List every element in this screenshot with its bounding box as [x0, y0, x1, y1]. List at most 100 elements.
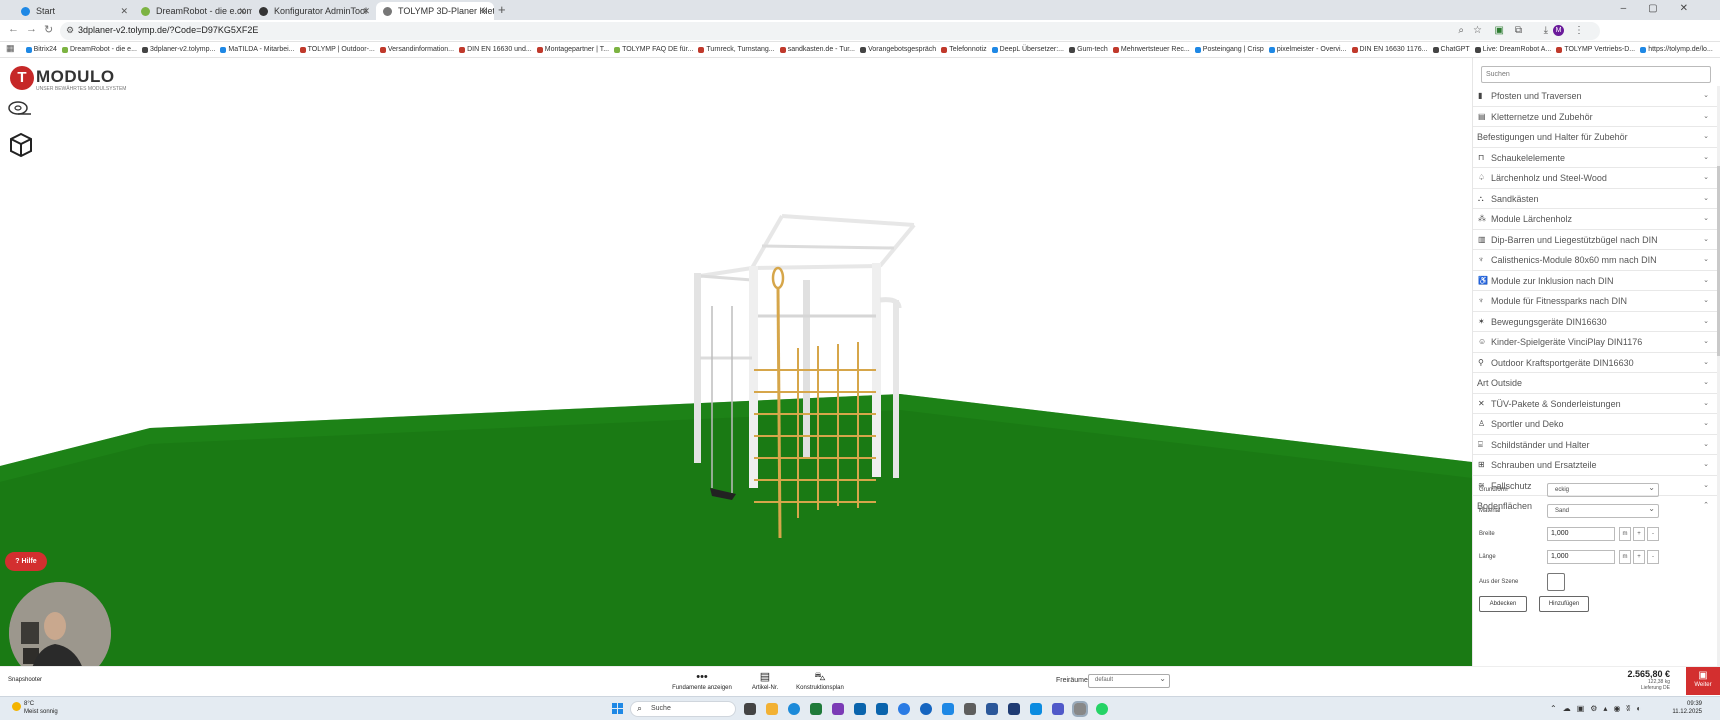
- outlook-new-icon[interactable]: [876, 703, 888, 715]
- category-kinder-spielgeraete[interactable]: ☺ Kinder-Spielgeräte VinciPlay DIN1176 ⌄: [1473, 332, 1717, 353]
- category-bewegungsgeraete[interactable]: ✶ Bewegungsgeräte DIN16630 ⌄: [1473, 312, 1717, 332]
- close-icon[interactable]: ✕: [120, 2, 128, 20]
- windows-start-icon[interactable]: [612, 703, 624, 715]
- messenger-icon[interactable]: [920, 703, 932, 715]
- window-controls[interactable]: –▢✕: [1621, 3, 1710, 14]
- word-icon[interactable]: [986, 703, 998, 715]
- site-info-icon[interactable]: ⚙: [66, 25, 74, 36]
- category-tuev-pakete[interactable]: ✕ TÜV-Pakete & Sonderleistungen ⌄: [1473, 394, 1717, 414]
- 3d-cube-icon[interactable]: [8, 132, 32, 158]
- edge-icon[interactable]: [788, 703, 800, 715]
- bookmark[interactable]: TOLYMP FAQ DE für...: [612, 42, 693, 57]
- category-art-outside[interactable]: Art Outside ⌄: [1473, 373, 1717, 394]
- extension-icon[interactable]: ▣: [1495, 25, 1504, 36]
- explorer-icon[interactable]: [766, 703, 778, 715]
- category-inklusion[interactable]: ♿ Module zur Inklusion nach DIN ⌄: [1473, 271, 1717, 291]
- select-from-scene-icon[interactable]: [1547, 573, 1565, 591]
- laenge-minus-button[interactable]: -: [1647, 550, 1659, 564]
- hinzufuegen-button[interactable]: Hinzufügen: [1539, 596, 1589, 612]
- measure-tape-icon[interactable]: [8, 100, 32, 124]
- fundamente-anzeigen-button[interactable]: ••• Fundamente anzeigen: [666, 671, 738, 691]
- menu-kebab-icon[interactable]: ⋮: [1574, 25, 1584, 36]
- browser-tab-start[interactable]: Start ✕: [14, 2, 134, 20]
- whatsapp-icon[interactable]: [1096, 703, 1108, 715]
- star-icon[interactable]: ☆: [1473, 25, 1482, 36]
- bookmark[interactable]: Versandinformation...: [378, 42, 454, 57]
- url-text[interactable]: 3dplaner-v2.tolymp.de/?Code=D97KG5XF2E: [78, 25, 258, 35]
- abdecken-button[interactable]: Abdecken: [1479, 596, 1527, 612]
- freiraeume-select[interactable]: default: [1088, 674, 1170, 688]
- bookmark[interactable]: DIN EN 16630 1176...: [1350, 42, 1427, 57]
- bookmark[interactable]: Turnreck, Turnstang...: [696, 42, 775, 57]
- task-view-icon[interactable]: [744, 703, 756, 715]
- clock[interactable]: 09:39 11.12.2025: [1670, 700, 1702, 716]
- bookmark[interactable]: DeepL Übersetzer:...: [990, 42, 1064, 57]
- breite-minus-button[interactable]: -: [1647, 527, 1659, 541]
- system-tray[interactable]: ⌃☁▣⚙▴◉ʬ◐: [1550, 704, 1647, 713]
- bookmark[interactable]: Posteingang | Crisp: [1193, 42, 1264, 57]
- bookmark[interactable]: ChatGPT: [1431, 42, 1470, 57]
- artikel-nr-button[interactable]: ▤ Artikel-Nr.: [748, 671, 782, 691]
- back-arrow-icon[interactable]: ←: [8, 23, 19, 35]
- laenge-plus-button[interactable]: +: [1633, 550, 1645, 564]
- bookmark[interactable]: DIN EN 16630 und...: [457, 42, 532, 57]
- browser-tab-dreamrobot[interactable]: DreamRobot - die e.commerce ✕: [134, 2, 252, 20]
- breite-input[interactable]: 1,000: [1547, 527, 1615, 541]
- active-window-icon[interactable]: [1072, 701, 1088, 717]
- category-pfosten[interactable]: ▮ Pfosten und Traversen ⌄: [1473, 86, 1717, 107]
- help-button[interactable]: ? Hilfe: [5, 552, 47, 571]
- bookmark[interactable]: pixelmeister - Overvi...: [1267, 42, 1346, 57]
- teams-icon[interactable]: [1008, 703, 1020, 715]
- category-kletternetze[interactable]: ▤ Kletternetze und Zubehör ⌄: [1473, 107, 1717, 127]
- close-icon[interactable]: ✕: [238, 2, 246, 20]
- bookmark[interactable]: https://tolymp.de/lo...: [1638, 42, 1713, 57]
- bookmark[interactable]: 3dplaner-v2.tolymp...: [140, 42, 215, 57]
- browser-tab-admintool[interactable]: Konfigurator AdminTool ✕: [252, 2, 376, 20]
- category-module-laerchenholz[interactable]: ⁂ Module Lärchenholz ⌄: [1473, 209, 1717, 230]
- 3d-canvas[interactable]: T MODULO UNSER BEWÄHRTES MODULSYSTEM ? H…: [0, 58, 1472, 666]
- material-select[interactable]: Sand: [1547, 504, 1659, 518]
- outlook-icon[interactable]: [854, 703, 866, 715]
- todo-icon[interactable]: [1030, 703, 1042, 715]
- forward-arrow-icon[interactable]: →: [26, 23, 37, 35]
- category-dip-barren[interactable]: ▥ Dip-Barren und Liegestützbügel nach DIN…: [1473, 230, 1717, 250]
- taskbar-search[interactable]: Suche: [630, 701, 736, 717]
- teams-chat-icon[interactable]: [1052, 703, 1064, 715]
- bookmark[interactable]: Gum-tech: [1067, 42, 1108, 57]
- onenote-icon[interactable]: [832, 703, 844, 715]
- category-fitnessparks[interactable]: ♆ Module für Fitnessparks nach DIN ⌄: [1473, 291, 1717, 312]
- close-icon[interactable]: ✕: [480, 2, 488, 20]
- bookmark[interactable]: sandkasten.de - Tur...: [778, 42, 855, 57]
- bookmark[interactable]: MaTILDA - Mitarbei...: [218, 42, 295, 57]
- laenge-input[interactable]: 1,000: [1547, 550, 1615, 564]
- calculator-icon[interactable]: [964, 703, 976, 715]
- apps-grid-icon[interactable]: ▦: [0, 43, 21, 54]
- category-schrauben[interactable]: ⊞ Schrauben und Ersatzteile ⌄: [1473, 455, 1717, 476]
- category-laerchenholz[interactable]: ♤ Lärchenholz und Steel-Wood ⌄: [1473, 168, 1717, 189]
- weiter-button[interactable]: ▣ Weiter: [1686, 667, 1720, 695]
- zoom-icon[interactable]: ⌕: [1458, 25, 1464, 36]
- category-schildstaender[interactable]: ⌸ Schildständer und Halter ⌄: [1473, 435, 1717, 455]
- bookmark[interactable]: Mehrwertsteuer Rec...: [1111, 42, 1190, 57]
- new-tab-button[interactable]: +: [498, 2, 506, 17]
- download-icon[interactable]: ⤓: [1544, 25, 1548, 36]
- category-calisthenics[interactable]: ♆ Calisthenics-Module 80x60 mm nach DIN ⌄: [1473, 250, 1717, 271]
- bookmark[interactable]: TOLYMP Vertriebs-D...: [1554, 42, 1635, 57]
- category-schaukelelemente[interactable]: ⊓ Schaukelelemente ⌄: [1473, 148, 1717, 168]
- chrome-icon[interactable]: [898, 703, 910, 715]
- konstruktionsplan-button[interactable]: ⛍ Konstruktionsplan: [792, 671, 848, 691]
- breite-plus-button[interactable]: +: [1633, 527, 1645, 541]
- search-input[interactable]: [1481, 66, 1711, 83]
- bookmark[interactable]: TOLYMP | Outdoor-...: [298, 42, 375, 57]
- profile-avatar[interactable]: M: [1553, 25, 1564, 36]
- bookmark[interactable]: Vorangebotsgespräch: [858, 42, 936, 57]
- category-sandkaesten[interactable]: ⛬ Sandkästen ⌄: [1473, 189, 1717, 209]
- reload-icon[interactable]: ↻: [44, 23, 53, 36]
- snipping-icon[interactable]: [942, 703, 954, 715]
- category-kraftsportgeraete[interactable]: ⚲ Outdoor Kraftsportgeräte DIN16630 ⌄: [1473, 353, 1717, 373]
- bookmark[interactable]: Live: DreamRobot A...: [1473, 42, 1551, 57]
- snapshooter-label[interactable]: Snapshooter: [8, 677, 42, 683]
- address-bar[interactable]: ⚙ 3dplaner-v2.tolymp.de/?Code=D97KG5XF2E…: [60, 22, 1600, 40]
- category-sportler-deko[interactable]: ♙ Sportler und Deko ⌄: [1473, 414, 1717, 435]
- excel-icon[interactable]: [810, 703, 822, 715]
